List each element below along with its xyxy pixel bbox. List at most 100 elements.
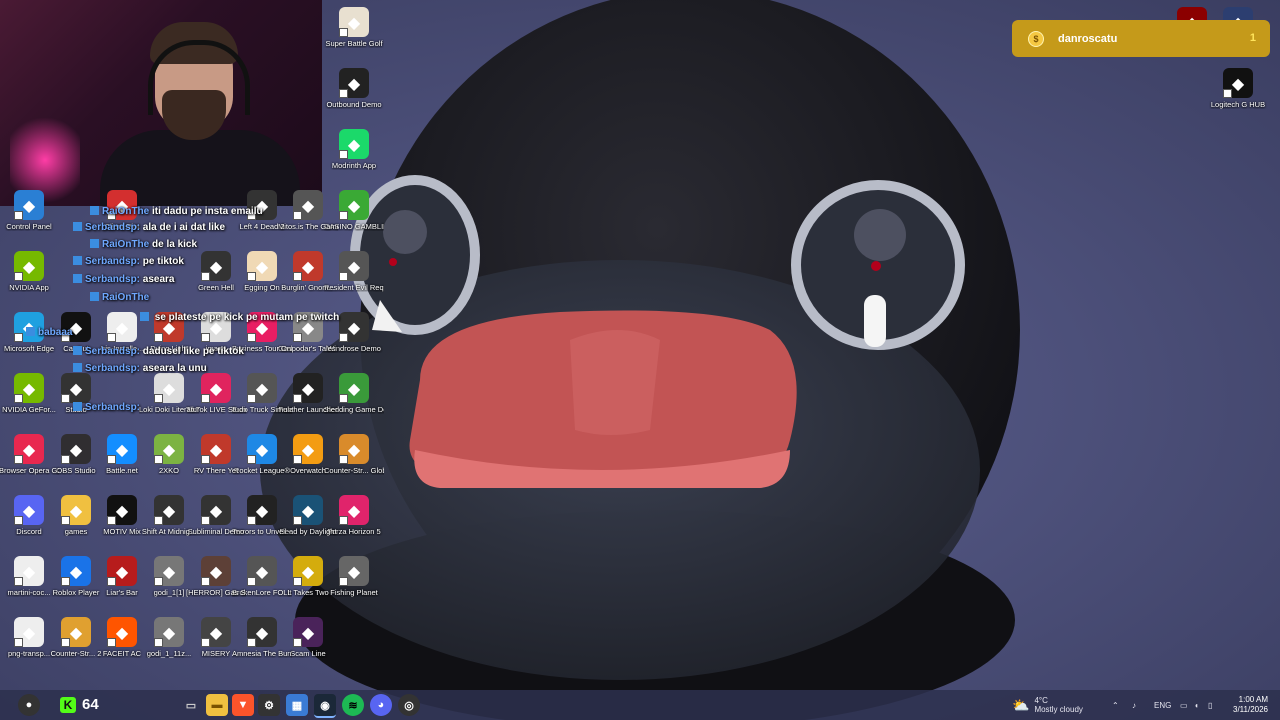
avatar[interactable]: ● <box>18 694 40 716</box>
brave-browser-icon[interactable]: ▼ <box>232 694 254 716</box>
chat-username: Serbandsp: <box>85 274 141 285</box>
follower-notification: $ danroscatu 1 <box>1012 20 1270 57</box>
herror-icon: ◆ <box>201 556 231 586</box>
chat-badge-icon <box>73 222 82 231</box>
chat-badge-icon <box>73 402 82 411</box>
desktop-icon[interactable]: ◆Amnesia The Bunker <box>232 615 292 673</box>
liarsbar-icon: ◆ <box>107 556 137 586</box>
desktop-icon[interactable]: ◆ Battle.net <box>98 432 146 490</box>
desktop-icon[interactable]: ◆ Overwatch <box>284 432 332 490</box>
desktop-icon-label: Browser Opera GX <box>0 466 59 475</box>
clock-date: 3/11/2026 <box>1233 705 1268 714</box>
chat-badge-icon <box>73 346 82 355</box>
desktop-icon[interactable]: ◆ godi_1[1] <box>145 554 193 612</box>
microphone-icon[interactable]: ♪ <box>1132 690 1136 720</box>
desktop-icon-label: Modrinth App <box>331 161 377 170</box>
dbd-icon: ◆ <box>293 495 323 525</box>
chat-message: se plateste pe kick pe mutam pe twitch <box>140 312 339 323</box>
ittakestwo-icon: ◆ <box>293 556 323 586</box>
desktop-icon[interactable]: ◆ games <box>52 493 100 551</box>
desktop-icon[interactable]: ◆ Logitech G HUB <box>1211 66 1265 124</box>
desktop-icon[interactable]: ◆ OBS Studio <box>52 432 100 490</box>
chat-text: se plateste pe kick pe mutam pe twitch <box>154 312 340 323</box>
chat-username: babaaa <box>38 327 73 338</box>
clock-time: 1:00 AM <box>1238 695 1268 704</box>
desktop-icon[interactable]: ◆ It Takes Two <box>284 554 332 612</box>
network-icon[interactable]: ▭ <box>1180 690 1188 720</box>
weather-widget[interactable]: ⛅ 4°C Mostly cloudy <box>1012 690 1083 720</box>
cs2-icon: ◆ <box>61 617 91 647</box>
desktop-icon-label: png-transp... <box>7 649 51 658</box>
fish-icon: ◆ <box>339 556 369 586</box>
task-view-icon[interactable]: ▭ <box>180 694 202 716</box>
chat-text: de la kick <box>152 239 198 250</box>
desktop-icon[interactable]: ◆ Outbound Demo <box>326 66 382 124</box>
desktop-icon[interactable]: ◆ Super Battle Golf <box>325 5 383 63</box>
volume-icon[interactable]: ◖ <box>1194 690 1199 720</box>
chat-message: Serbandsp: aseara <box>73 274 175 285</box>
desktop-icon[interactable]: ◆ Terrors to Unveil -... <box>232 493 292 551</box>
desktop-icon[interactable]: ◆ Modrinth App <box>330 127 378 185</box>
chat-message: Serbandsp: dadusel like pe tiktok <box>73 346 244 357</box>
cloud-sun-icon: ⛅ <box>1012 696 1030 713</box>
desktop-icon-label: Outbound Demo <box>326 100 382 109</box>
chat-message: babaaa <box>26 327 72 338</box>
store-icon[interactable]: ▦ <box>286 694 308 716</box>
desktop-icon[interactable]: ◆ godi_1_11z... <box>145 615 193 673</box>
desktop-icon[interactable]: ◆ Shift At Midnig... <box>142 493 196 551</box>
desktop-icon[interactable]: ◆ Subliminal Demo <box>188 493 244 551</box>
image-icon: ◆ <box>14 617 44 647</box>
chevron-up-icon[interactable]: ⌃ <box>1112 690 1119 720</box>
image-icon: ◆ <box>154 617 184 647</box>
overwatch-icon: ◆ <box>293 434 323 464</box>
chat-username: Serbandsp: <box>85 256 141 267</box>
desktop-icon[interactable]: ◆[HERROR] Gas Statio... <box>186 554 246 612</box>
chat-username: Serbandsp: <box>85 363 141 374</box>
chat-badge-icon <box>73 256 82 265</box>
chat-message: RaiOnThe <box>90 292 149 303</box>
desktop-icon[interactable]: ◆ Forza Horizon 5 <box>327 493 381 551</box>
desktop-icon[interactable]: ◆ Liar's Bar <box>98 554 146 612</box>
logitech-icon: ◆ <box>1223 68 1253 98</box>
shift-icon: ◆ <box>154 495 184 525</box>
desktop-icon[interactable]: ◆ Dead by Daylight <box>279 493 337 551</box>
desktop-icon[interactable]: ◆ Discord <box>5 493 53 551</box>
desktop-icon[interactable]: ◆ Rocket League® <box>234 432 290 490</box>
steam-icon[interactable]: ◉ <box>314 694 336 718</box>
desktop-icon-label: martini-coc... <box>7 588 51 597</box>
desktop-icon[interactable]: ◆ Roblox Player <box>52 554 100 612</box>
file-explorer-icon[interactable]: ▬ <box>206 694 228 716</box>
image-icon: ◆ <box>14 556 44 586</box>
desktop-icon[interactable]: ◆ FACEIT AC <box>98 615 146 673</box>
chat-message: Serbandsp: <box>73 402 140 413</box>
chat-badge-icon <box>73 363 82 372</box>
language-indicator[interactable]: ENG <box>1154 690 1171 720</box>
desktop-icon[interactable]: ◆Counter-Str... Global Offe... <box>324 432 384 490</box>
spotify-icon[interactable]: ≋ <box>342 694 364 716</box>
discord-taskbar-icon[interactable]: ◕ <box>370 694 392 716</box>
desktop-icon[interactable]: ◆ 2XKO <box>145 432 193 490</box>
chat-badge-icon <box>26 327 35 336</box>
desktop-icon[interactable]: ◆ Fishing Planet <box>330 554 378 612</box>
battery-icon[interactable]: ▯ <box>1208 690 1212 720</box>
desktop-icon[interactable]: ◆BrokenLore FOLLOW <box>232 554 292 612</box>
taskbar: ● ▭ ▬ ▼ ⚙ ▦ ◉ ≋ ◕ ◎ ⛅ 4°C Mostly cloudy … <box>0 690 1280 720</box>
desktop-icon[interactable]: ◆ Counter-Str... 2 <box>51 615 101 673</box>
desktop-icon[interactable]: ◆ MOTIV Mix <box>98 493 146 551</box>
weather-temp: 4°C <box>1034 696 1048 705</box>
chrome-icon[interactable]: ◎ <box>398 694 420 716</box>
desktop-icon[interactable]: ◆ png-transp... <box>5 615 53 673</box>
chat-badge-icon <box>90 292 99 301</box>
clock[interactable]: 1:00 AM 3/11/2026 <box>1233 695 1268 715</box>
hexagon-icon: ◆ <box>339 68 369 98</box>
channel-points: K 64 <box>60 696 99 713</box>
desktop-icon[interactable]: ◆ Scam Line <box>284 615 332 673</box>
amnesia-icon: ◆ <box>247 617 277 647</box>
desktop-icon[interactable]: ◆ RV There Yet <box>192 432 240 490</box>
chat-username: Serbandsp: <box>85 402 141 413</box>
desktop-icon[interactable]: ◆ martini-coc... <box>5 554 53 612</box>
desktop-icon[interactable]: ◆ Browser Opera GX <box>0 432 59 490</box>
settings-icon[interactable]: ⚙ <box>258 694 280 716</box>
desktop-icon[interactable]: ◆ MISERY <box>192 615 240 673</box>
chat-text: iti dadu pe insta emailu <box>152 206 263 217</box>
